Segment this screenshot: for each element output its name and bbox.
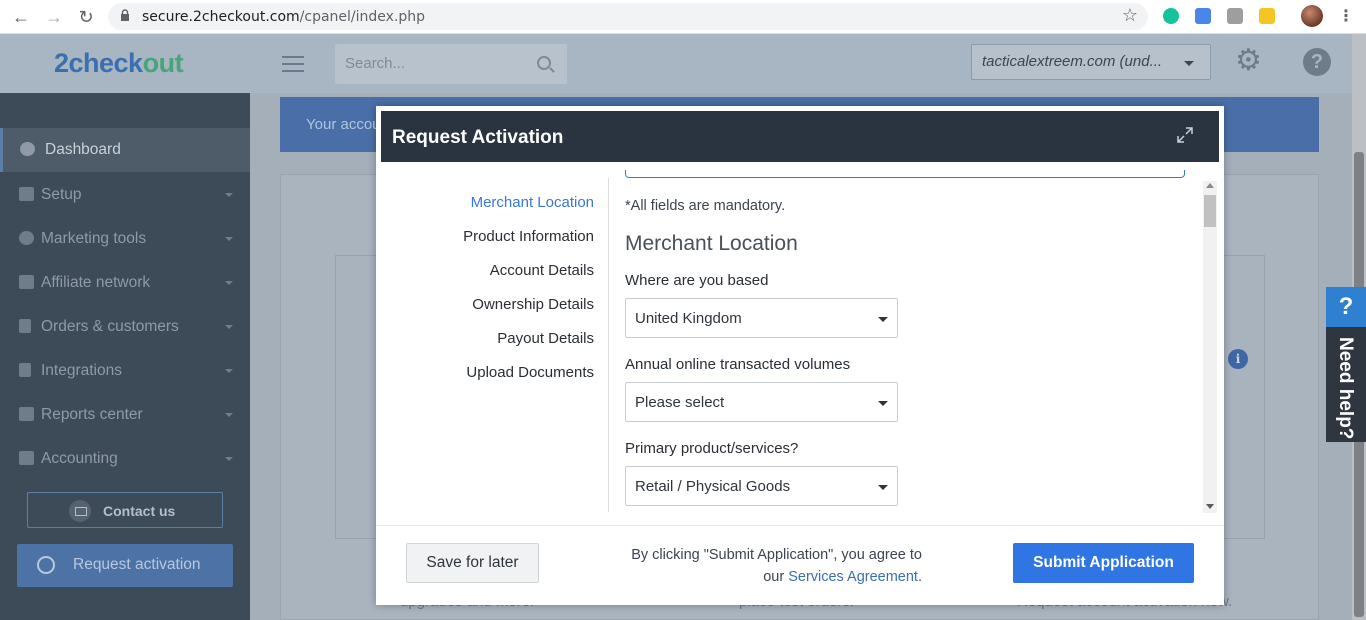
step-ownership-details[interactable]: Ownership Details: [472, 296, 594, 313]
divider: [608, 178, 609, 512]
sidebar: Dashboard Setup Marketing tools Affiliat…: [0, 93, 250, 620]
mandatory-note: *All fields are mandatory.: [625, 198, 786, 214]
pie-chart-icon: [19, 231, 34, 245]
plug-icon: [19, 363, 31, 377]
contact-us-button[interactable]: Contact us: [27, 492, 223, 528]
chevron-down-icon: [1184, 61, 1194, 66]
handshake-icon: [19, 275, 34, 289]
info-icon[interactable]: i: [1228, 349, 1248, 369]
scroll-up-icon[interactable]: [1206, 183, 1214, 188]
scroll-down-icon[interactable]: [1206, 504, 1214, 509]
chevron-down-icon: [225, 457, 233, 461]
product-type-select[interactable]: Retail / Physical Goods: [625, 466, 898, 506]
step-product-information[interactable]: Product Information: [463, 228, 594, 245]
chevron-down-icon: [878, 485, 888, 490]
expand-icon[interactable]: [1177, 127, 1193, 143]
bar-chart-icon: [19, 407, 34, 421]
field-label: Primary product/services?: [625, 440, 799, 457]
form-scrollbar[interactable]: [1203, 181, 1217, 513]
form-progress-bar: [625, 170, 1185, 178]
step-merchant-location[interactable]: Merchant Location: [471, 194, 594, 211]
sidebar-item-accounting[interactable]: Accounting: [0, 437, 250, 481]
reload-icon[interactable]: ↻: [75, 6, 97, 28]
sidebar-item-affiliate-network[interactable]: Affiliate network: [0, 261, 250, 305]
need-help-tab[interactable]: ? Need help?: [1326, 287, 1366, 442]
sun-icon: [37, 556, 55, 574]
chevron-down-icon: [225, 237, 233, 241]
step-payout-details[interactable]: Payout Details: [497, 330, 594, 347]
sidebar-item-marketing-tools[interactable]: Marketing tools: [0, 217, 250, 261]
extension-icon[interactable]: [1227, 8, 1243, 24]
chevron-down-icon: [225, 413, 233, 417]
browser-toolbar: ← → ↻ secure.2checkout.com/cpanel/index.…: [0, 0, 1366, 34]
field-label: Where are you based: [625, 272, 769, 289]
ledger-icon: [19, 451, 34, 465]
footer-divider: [376, 525, 1224, 526]
search-placeholder: Search...: [345, 55, 406, 72]
question-icon: ?: [1326, 287, 1366, 327]
extension-icon[interactable]: [1259, 8, 1275, 24]
sidebar-item-orders-customers[interactable]: Orders & customers: [0, 305, 250, 349]
logo[interactable]: 2checkout: [54, 48, 184, 79]
forward-arrow-icon[interactable]: →: [43, 6, 65, 28]
chevron-down-icon: [225, 281, 233, 285]
envelope-icon: [69, 500, 91, 522]
request-activation-modal: Request Activation Merchant Location Pro…: [376, 106, 1224, 605]
submit-application-button[interactable]: Submit Application: [1013, 543, 1194, 583]
country-select[interactable]: United Kingdom: [625, 298, 898, 338]
chevron-down-icon: [878, 401, 888, 406]
app-header: 2checkout Search... tacticalextreem.com …: [0, 34, 1352, 93]
translate-extension-icon[interactable]: [1195, 8, 1211, 24]
section-title: Merchant Location: [625, 232, 798, 255]
scrollbar-thumb[interactable]: [1204, 195, 1216, 227]
modal-header: Request Activation: [381, 111, 1219, 162]
profile-avatar[interactable]: [1301, 5, 1323, 27]
sidebar-item-reports-center[interactable]: Reports center: [0, 393, 250, 437]
bookmark-star-icon[interactable]: ☆: [1122, 5, 1138, 26]
services-agreement-link[interactable]: Services Agreement: [788, 569, 918, 585]
grammarly-extension-icon[interactable]: [1163, 8, 1179, 24]
account-selector[interactable]: tacticalextreem.com (und...: [971, 44, 1211, 80]
clipboard-icon: [19, 319, 31, 333]
help-icon[interactable]: ?: [1303, 48, 1331, 76]
back-arrow-icon[interactable]: ←: [10, 6, 32, 28]
chevron-down-icon: [225, 369, 233, 373]
search-icon[interactable]: [537, 56, 551, 70]
volume-select[interactable]: Please select: [625, 382, 898, 422]
modal-title: Request Activation: [392, 127, 564, 148]
url-text: secure.2checkout.com/cpanel/index.php: [142, 9, 426, 25]
search-input[interactable]: Search...: [335, 44, 567, 84]
sliders-icon: [19, 187, 34, 201]
agreement-text: By clicking "Submit Application", you ag…: [631, 547, 922, 585]
sidebar-item-integrations[interactable]: Integrations: [0, 349, 250, 393]
step-account-details[interactable]: Account Details: [490, 262, 594, 279]
browser-menu-icon[interactable]: ⋮: [1338, 6, 1354, 26]
save-for-later-button[interactable]: Save for later: [406, 543, 539, 583]
chevron-down-icon: [878, 317, 888, 322]
need-help-label: Need help?: [1335, 337, 1356, 440]
sidebar-item-dashboard[interactable]: Dashboard: [0, 128, 250, 172]
palette-icon: [20, 142, 35, 156]
chevron-down-icon: [225, 325, 233, 329]
chevron-down-icon: [225, 193, 233, 197]
address-bar[interactable]: secure.2checkout.com/cpanel/index.php ☆: [108, 3, 1148, 30]
gear-icon[interactable]: ⚙: [1235, 46, 1265, 76]
lock-icon: [121, 9, 129, 21]
field-label: Annual online transacted volumes: [625, 356, 851, 373]
hamburger-menu-icon[interactable]: [282, 56, 304, 77]
step-upload-documents[interactable]: Upload Documents: [466, 364, 594, 381]
sidebar-item-setup[interactable]: Setup: [0, 173, 250, 217]
request-activation-button[interactable]: Request activation: [17, 544, 233, 587]
